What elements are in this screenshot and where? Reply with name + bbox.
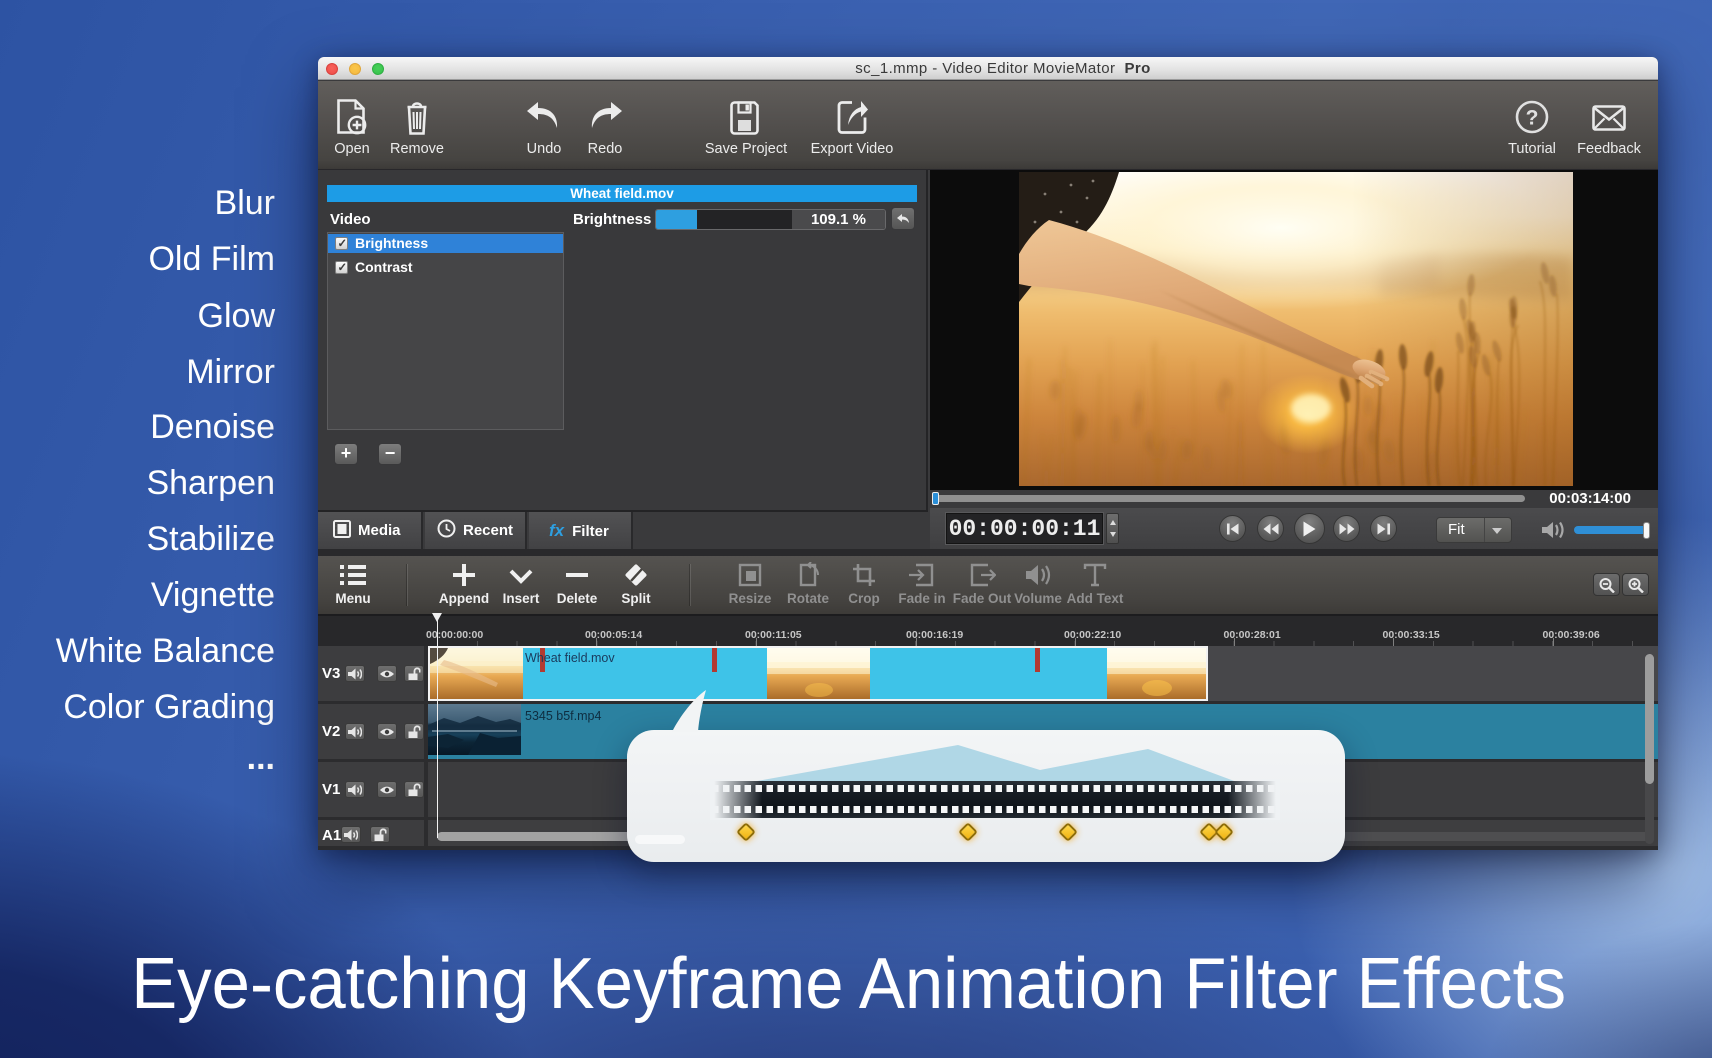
- svg-text:?: ?: [1526, 107, 1539, 130]
